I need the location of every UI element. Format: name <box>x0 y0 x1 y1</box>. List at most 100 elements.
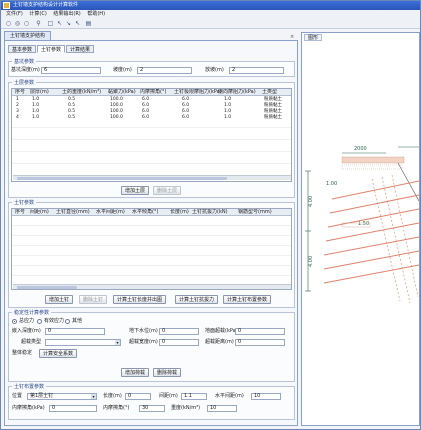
radio-effective-stress[interactable] <box>37 319 42 324</box>
delete-load-button[interactable]: 删除荷载 <box>153 368 182 377</box>
col-side-friction: 侧向摩阻力(kPa) <box>218 89 256 95</box>
grid-line <box>12 265 291 266</box>
zoom-in-icon[interactable]: □ <box>47 20 54 27</box>
grid-line <box>12 139 291 140</box>
tab-drawing[interactable]: 图形 <box>304 34 323 41</box>
run-icon[interactable]: ⚲ <box>35 20 42 27</box>
tab-basic[interactable]: 基本参数 <box>8 45 37 53</box>
grid-line <box>12 275 291 276</box>
pit-params-title: 基坑参数 <box>12 58 37 65</box>
dim-lower-label: 4.00 <box>308 256 314 267</box>
scrollbar-thumb[interactable] <box>17 286 77 289</box>
add-soil-layer-button[interactable]: 增加土层 <box>121 186 150 195</box>
stability-title: 稳定性计算参数 <box>12 309 52 316</box>
friction-input[interactable]: 30 <box>139 405 165 412</box>
ground-hatch <box>341 156 405 164</box>
water-level-input[interactable]: 0 <box>159 328 199 335</box>
cohesion-label: 内摩擦角(kPa) <box>12 405 45 411</box>
fit-icon[interactable]: ↖ <box>74 20 81 27</box>
soil-nail <box>329 194 419 214</box>
soil-nail <box>323 236 419 256</box>
soil-nail <box>323 250 419 270</box>
calc-pullout-button[interactable]: 计算土钉抗拔力 <box>175 295 219 304</box>
radio-other[interactable] <box>65 319 70 324</box>
menu-file[interactable]: 文件(F) <box>6 10 23 18</box>
grid-line <box>12 163 291 164</box>
menu-calc[interactable]: 计算(C) <box>29 10 46 18</box>
load-type-label: 超载类型 <box>21 339 42 345</box>
chevron-down-icon: ▾ <box>91 394 96 399</box>
pit-params-group: 基坑参数 基坑深度(m) 6 坡度(m) 2 放坡(m) 2 <box>8 58 295 77</box>
dim-step1-label: 1.00 <box>326 181 337 187</box>
position-select[interactable]: 第1层土钉 ▾ <box>27 393 97 400</box>
scrollbar-thumb[interactable] <box>17 177 227 180</box>
load-distance-input[interactable]: 0 <box>235 339 285 346</box>
radio-total-stress[interactable] <box>12 319 17 324</box>
new-icon[interactable]: ○ <box>5 20 12 27</box>
grid-line <box>12 255 291 256</box>
delete-nail-button[interactable]: 删除土钉 <box>79 295 108 304</box>
document-tab[interactable]: 土钉墙支护结构 <box>4 31 52 40</box>
cell: 粉质黏土 <box>264 115 282 120</box>
pit-depth-input[interactable]: 6 <box>41 67 101 74</box>
cell: 6.0 <box>182 115 190 120</box>
tab-result[interactable]: 计算结果 <box>66 45 95 53</box>
spacing-input[interactable]: 1.1 <box>181 393 207 400</box>
table-row[interactable]: 4 1.0 0.5 100.0 6.0 6.0 1.0 粉质黏土 <box>12 115 291 121</box>
title-bar: 土钉墙支护结构设计计算软件 <box>1 1 420 10</box>
calc-safety-factor-button[interactable]: 计算安全系数 <box>39 349 78 358</box>
ground-hatch <box>341 164 403 170</box>
col-index: 序号 <box>15 89 26 95</box>
h-spacing-input[interactable]: 10 <box>251 393 281 400</box>
water-level-label: 地下水位(m) <box>129 328 158 334</box>
menu-output[interactable]: 结果输出(R) <box>53 10 80 18</box>
col-soil-type: 土类型 <box>262 89 278 95</box>
embed-depth-input[interactable]: 0 <box>45 328 105 335</box>
window-title: 土钉墙支护结构设计计算软件 <box>13 2 79 8</box>
radio-other-label: 其他 <box>72 318 83 324</box>
menu-help[interactable]: 帮助(H) <box>87 10 105 18</box>
calc-layout-button[interactable]: 计算土钉布置参数 <box>223 295 272 304</box>
add-nail-button[interactable]: 增加土钉 <box>45 295 74 304</box>
delete-soil-layer-button[interactable]: 删除土层 <box>153 186 182 195</box>
col-bar: 钢筋型号(mm) <box>238 209 272 215</box>
cohesion-input[interactable]: 0 <box>49 405 97 412</box>
load-type-select[interactable]: ▾ <box>45 339 121 346</box>
soil-table-scrollbar[interactable] <box>13 175 291 180</box>
calc-nail-length-button[interactable]: 计算土钉长度并出图 <box>113 295 167 304</box>
add-load-button[interactable]: 增加荷载 <box>121 368 150 377</box>
drawing-panel[interactable]: × 图形 2000 4.00 4.00 1.00 1.50 <box>290 32 420 426</box>
offset-input[interactable]: 2 <box>229 67 284 74</box>
save-icon[interactable]: ○ <box>23 20 30 27</box>
pit-depth-label: 基坑深度(m) <box>11 67 40 73</box>
grid-line <box>12 225 291 226</box>
chevron-down-icon: ▾ <box>115 340 120 345</box>
spacing-label: 间距(m) <box>159 393 178 399</box>
print-icon[interactable]: ▤ <box>85 20 92 27</box>
unit-weight-input[interactable]: 10 <box>207 405 237 412</box>
open-icon[interactable]: ◎ <box>14 20 21 27</box>
col-spacing: 间距(m) <box>30 209 49 215</box>
length-label: 长度(m) <box>103 393 122 399</box>
length-input[interactable]: 0 <box>125 393 151 400</box>
soil-table-header: 序号 层厚(m) 土的重度(kN/m³) 黏聚力(kPa) 内摩擦角(°) 土钉… <box>12 89 291 96</box>
col-nail-friction: 土钉极限摩阻力(kPa) <box>174 89 222 95</box>
col-cohesion: 黏聚力(kPa) <box>108 89 136 95</box>
surcharge-input[interactable]: 0 <box>235 328 285 335</box>
dim-upper-label: 4.00 <box>308 196 314 207</box>
tab-nail[interactable]: 土钉参数 <box>37 45 66 53</box>
soil-layer-title: 土层参数 <box>12 79 37 86</box>
soil-nail-drawing: 2000 4.00 4.00 1.00 1.50 <box>305 146 419 304</box>
load-distance-label: 超载距离(m) <box>205 339 234 345</box>
zoom-out-icon[interactable]: ↖ <box>56 20 63 27</box>
soil-nail <box>325 222 419 242</box>
cell: 6.0 <box>142 115 150 120</box>
position-label: 位置 <box>12 393 23 399</box>
slope-input[interactable]: 2 <box>137 67 192 74</box>
unit-weight-label: 重度(kN/m³) <box>171 405 201 411</box>
load-width-input[interactable]: 0 <box>159 339 199 346</box>
cell: 1.0 <box>32 115 40 120</box>
nail-table-scrollbar[interactable] <box>13 284 291 289</box>
close-icon[interactable]: × <box>290 34 294 40</box>
pan-icon[interactable]: ↘ <box>65 20 72 27</box>
